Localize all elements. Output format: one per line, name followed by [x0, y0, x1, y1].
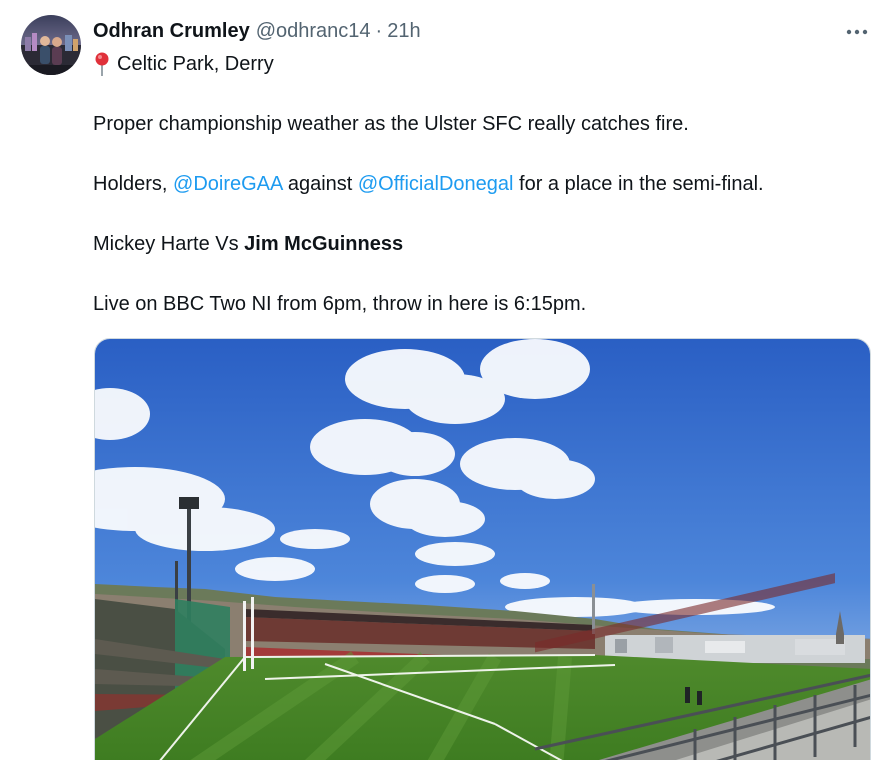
mention-doiregaa[interactable]: @DoireGAA — [173, 173, 282, 195]
author-handle[interactable]: @odhranc14 — [256, 20, 371, 43]
location-text: Celtic Park, Derry — [117, 53, 274, 75]
tweet[interactable]: Odhran Crumley @odhranc14 · 21h Celtic P… — [0, 0, 892, 760]
more-options-icon[interactable] — [844, 20, 870, 44]
tweet-line-1: Proper championship weather as the Ulste… — [93, 113, 689, 135]
tweet-line-4: Live on BBC Two NI from 6pm, throw in he… — [93, 293, 587, 315]
tweet-photo[interactable] — [94, 338, 871, 760]
line3-prefix: Mickey Harte Vs — [93, 233, 245, 255]
separator-dot: · — [375, 19, 383, 42]
avatar[interactable] — [21, 15, 81, 75]
tweet-timestamp[interactable]: 21h — [387, 20, 420, 43]
round-pushpin-icon — [93, 51, 111, 77]
tweet-text: Celtic Park, Derry Proper championship w… — [93, 49, 873, 319]
mention-officialdonegal[interactable]: @OfficialDonegal — [358, 173, 514, 195]
location-line: Celtic Park, Derry — [93, 49, 873, 79]
tweet-header: Odhran Crumley @odhranc14 · 21h — [93, 17, 421, 45]
line2-prefix: Holders, — [93, 173, 174, 195]
tweet-line-3: Mickey Harte Vs Jim McGuinness — [93, 229, 873, 259]
line2-mid: against — [282, 173, 358, 195]
tweet-line-2: Holders, @DoireGAA against @OfficialDone… — [93, 169, 873, 199]
author-display-name[interactable]: Odhran Crumley — [93, 20, 250, 43]
line3-bold: Jim McGuinness — [244, 233, 404, 255]
line2-suffix: for a place in the semi-final. — [513, 173, 764, 195]
